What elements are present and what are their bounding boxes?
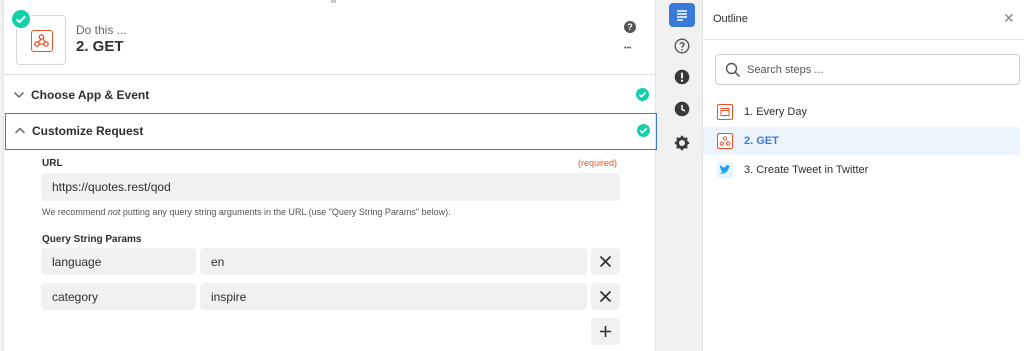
chevron-up-icon: [14, 127, 26, 134]
remove-param-button[interactable]: [591, 248, 620, 275]
outline-item-create-tweet[interactable]: 3. Create Tweet in Twitter: [703, 156, 1020, 184]
step-header[interactable]: Do this ... 2. GET ? •••: [4, 0, 655, 75]
section-choose-app-event[interactable]: Choose App & Event: [4, 77, 655, 114]
remove-param-button[interactable]: [591, 283, 620, 310]
outline-title: Outline: [713, 13, 748, 25]
outline-item-label: 1. Every Day: [744, 106, 807, 118]
search-placeholder: Search steps ...: [747, 64, 824, 76]
webhook-icon: [717, 133, 733, 149]
clock-icon: [674, 101, 690, 117]
chevron-down-icon: [13, 91, 25, 99]
url-label: URL: [42, 158, 63, 169]
help-icon[interactable]: ?: [624, 21, 636, 33]
section-label: Choose App & Event: [31, 88, 150, 102]
step-complete-check-icon: [10, 8, 32, 30]
list-icon: [677, 10, 687, 21]
url-input[interactable]: https://quotes.rest/qod: [41, 173, 620, 201]
close-icon: [599, 290, 612, 303]
question-icon: [674, 38, 690, 54]
outline-item-every-day[interactable]: 1. Every Day: [703, 98, 1020, 126]
required-indicator: (required): [578, 158, 618, 168]
outline-item-label: 3. Create Tweet in Twitter: [744, 164, 869, 176]
rail-help-button[interactable]: [669, 34, 695, 58]
param-key-input[interactable]: language: [41, 248, 196, 275]
alert-icon: [674, 69, 690, 85]
plus-icon: [600, 326, 611, 337]
outline-panel: Outline ✕ Search steps ... 1. Every Day …: [702, 0, 1024, 351]
webhook-icon: [31, 30, 53, 52]
schedule-icon: [717, 104, 733, 120]
more-options-icon[interactable]: •••: [624, 45, 631, 52]
add-param-button[interactable]: [591, 318, 620, 345]
section-complete-check-icon: [637, 124, 650, 137]
query-params-label: Query String Params: [42, 234, 142, 245]
twitter-icon: [717, 162, 733, 178]
section-complete-check-icon: [636, 88, 649, 101]
gear-icon: [674, 135, 690, 151]
section-customize-request[interactable]: Customize Request: [5, 113, 657, 150]
param-key-input[interactable]: category: [41, 283, 196, 310]
outline-item-get[interactable]: 2. GET: [703, 127, 1020, 155]
param-value-input[interactable]: en: [200, 248, 587, 275]
close-icon: [599, 255, 612, 268]
param-value-input[interactable]: inspire: [200, 283, 587, 310]
url-hint: We recommend not putting any query strin…: [42, 207, 451, 217]
rail-settings-button[interactable]: [669, 131, 695, 155]
outline-header: Outline ✕: [703, 0, 1024, 40]
rail-alerts-button[interactable]: [669, 65, 695, 89]
search-steps-input[interactable]: Search steps ...: [715, 54, 1020, 85]
rail-outline-button[interactable]: [669, 3, 695, 27]
step-title: 2. GET: [76, 38, 124, 55]
rail-history-button[interactable]: [669, 97, 695, 121]
close-icon[interactable]: ✕: [1003, 10, 1015, 27]
search-icon: [725, 62, 741, 78]
outline-item-label: 2. GET: [744, 135, 779, 147]
section-label: Customize Request: [32, 124, 144, 138]
step-subtitle: Do this ...: [76, 23, 127, 37]
step-card: Do this ... 2. GET ? ••• Choose App & Ev…: [3, 0, 657, 351]
